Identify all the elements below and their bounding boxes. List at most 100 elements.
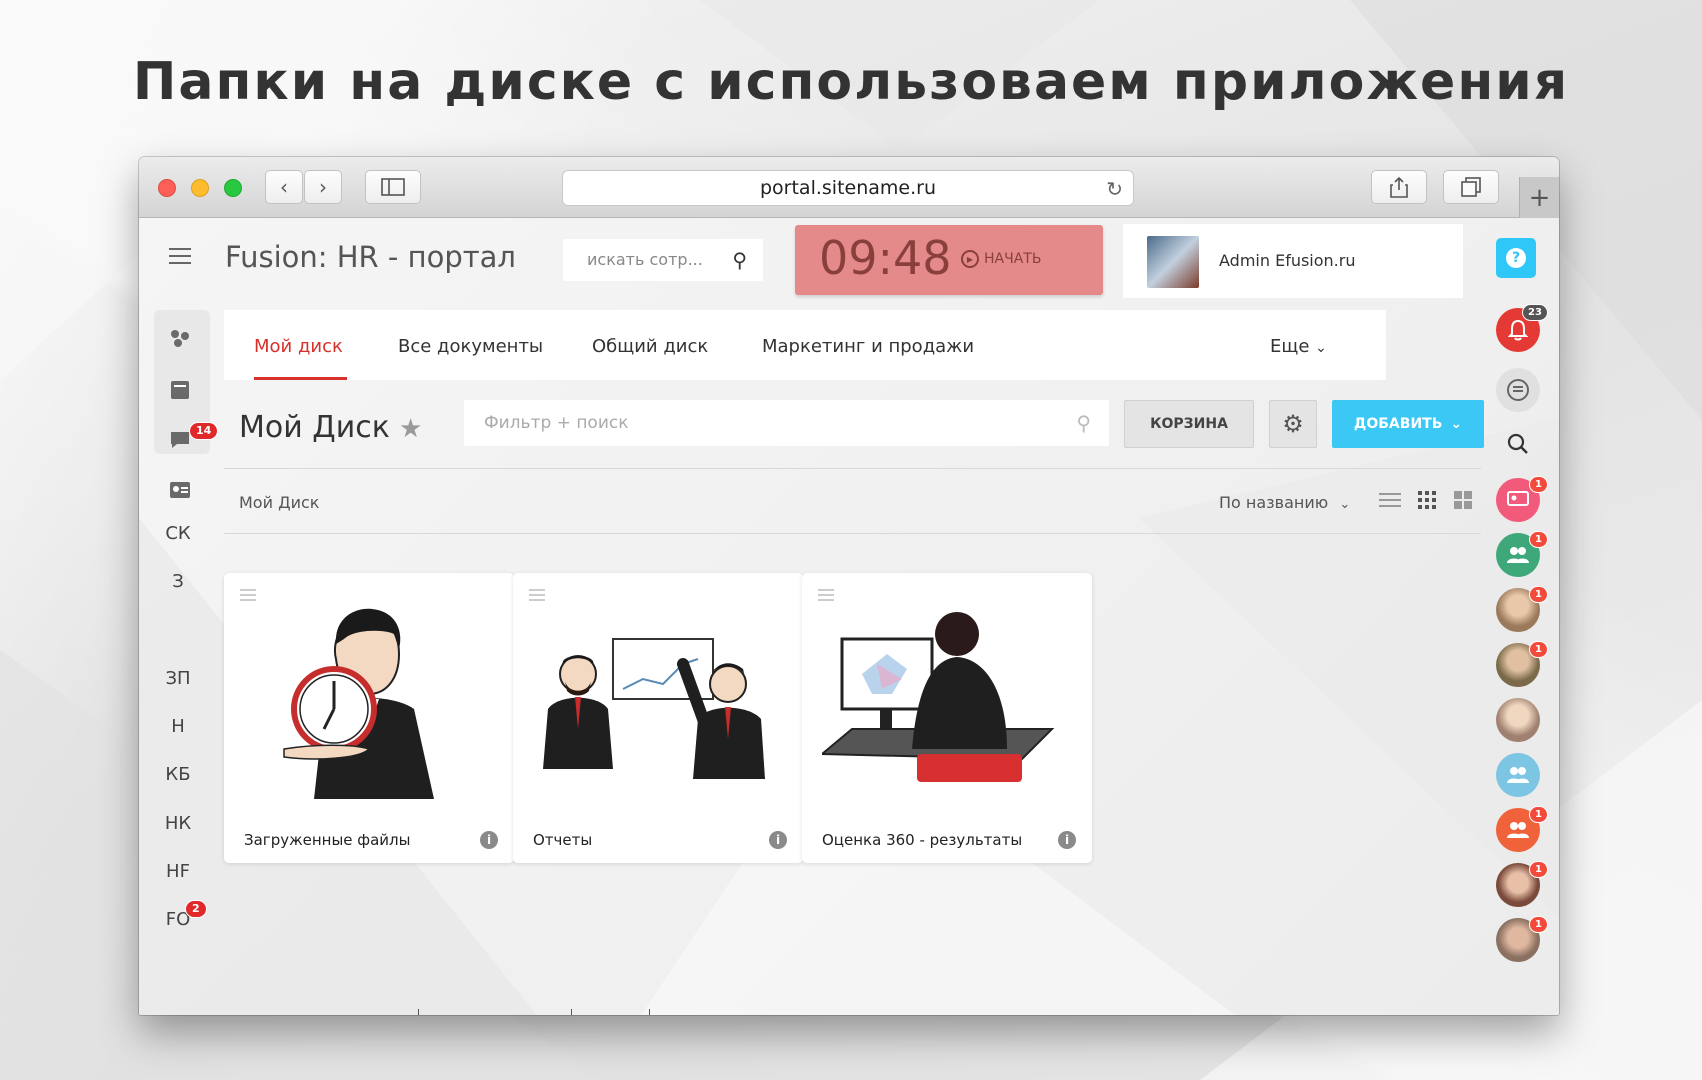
sidebar-toggle-button[interactable] bbox=[365, 170, 421, 204]
contact-badge: 1 bbox=[1529, 586, 1548, 603]
group-icon bbox=[1507, 547, 1529, 563]
reload-icon[interactable]: ↻ bbox=[1106, 177, 1123, 201]
list-view-icon[interactable] bbox=[1379, 490, 1401, 510]
search-icon: ⚲ bbox=[1076, 411, 1091, 435]
sort-label: По названию bbox=[1219, 493, 1329, 512]
chevron-down-icon: ⌄ bbox=[1450, 416, 1463, 432]
share-icon bbox=[1390, 176, 1408, 198]
help-button[interactable]: ? bbox=[1496, 238, 1536, 278]
start-day-button[interactable]: ▶ НАЧАТЬ bbox=[961, 250, 1041, 268]
tasks-icon[interactable] bbox=[169, 380, 191, 400]
tab-all-documents[interactable]: Все документы bbox=[398, 336, 543, 357]
small-grid-view-icon[interactable] bbox=[1417, 490, 1437, 510]
breadcrumb-divider bbox=[224, 533, 1481, 534]
new-tab-button[interactable]: + bbox=[1519, 177, 1559, 218]
plus-icon: + bbox=[1528, 182, 1551, 213]
tab-my-disk[interactable]: Мой диск bbox=[254, 336, 343, 357]
maximize-window-button[interactable] bbox=[224, 179, 242, 197]
sidebar-icon bbox=[381, 178, 405, 196]
search-icon bbox=[1507, 433, 1528, 454]
chat-list-icon bbox=[1507, 379, 1529, 401]
breadcrumb[interactable]: Мой Диск bbox=[239, 493, 319, 512]
folder-label: Оценка 360 - результаты bbox=[822, 831, 1023, 849]
close-window-button[interactable] bbox=[158, 179, 176, 197]
avatar bbox=[1147, 236, 1199, 288]
settings-button[interactable]: ⚙ bbox=[1269, 400, 1317, 448]
left-sidebar: 14 СК З ЗП Н КБ НК HF FO 2 bbox=[139, 300, 219, 1015]
portal-header: Fusion: HR - портал искать сотр... ⚲ 09:… bbox=[139, 218, 1559, 300]
sort-dropdown[interactable]: По названию ⌄ bbox=[1219, 493, 1350, 512]
contact-group-chat[interactable] bbox=[1496, 753, 1540, 797]
sidebar-item-nk[interactable]: НК bbox=[139, 813, 217, 834]
notifications-badge: 23 bbox=[1522, 304, 1548, 321]
info-icon[interactable]: i bbox=[1058, 831, 1076, 849]
forward-button[interactable]: › bbox=[304, 170, 342, 204]
group-icon bbox=[1507, 767, 1529, 783]
portal-content: Fusion: HR - портал искать сотр... ⚲ 09:… bbox=[139, 218, 1559, 1015]
worktime-clock: 09:48 bbox=[819, 231, 952, 285]
tabs-icon bbox=[1461, 177, 1481, 197]
folder-label: Загруженные файлы bbox=[244, 831, 411, 849]
tabs-overview-button[interactable] bbox=[1443, 170, 1499, 204]
disk-tabs: Мой диск Все документы Общий диск Маркет… bbox=[224, 310, 1386, 380]
trash-button[interactable]: КОРЗИНА bbox=[1124, 400, 1254, 448]
headline: Папки на диске с использоваем приложения bbox=[132, 52, 1570, 112]
contact-badge: 1 bbox=[1529, 806, 1548, 823]
employee-search-input[interactable]: искать сотр... ⚲ bbox=[563, 239, 763, 281]
chat-badge: 14 bbox=[189, 422, 219, 440]
view-switcher bbox=[1379, 490, 1473, 510]
employee-search-placeholder: искать сотр... bbox=[587, 250, 703, 269]
contacts-card-icon[interactable] bbox=[169, 480, 191, 500]
sidebar-item-kb[interactable]: КБ bbox=[139, 764, 217, 785]
right-sidebar: 23 1 1 1 1 1 1 1 bbox=[1474, 300, 1559, 1015]
share-button[interactable] bbox=[1371, 170, 1427, 204]
menu-icon[interactable] bbox=[169, 248, 191, 266]
start-day-label: НАЧАТЬ bbox=[984, 251, 1042, 267]
contact-avatar[interactable] bbox=[1496, 698, 1540, 742]
filter-search-input[interactable]: Фильтр + поиск ⚲ bbox=[464, 400, 1109, 446]
back-button[interactable]: ‹ bbox=[265, 170, 303, 204]
tab-shared-disk[interactable]: Общий диск bbox=[592, 336, 708, 357]
chevron-down-icon: ⌄ bbox=[1315, 340, 1327, 356]
messenger-history-button[interactable] bbox=[1496, 368, 1540, 412]
group-icon bbox=[1507, 822, 1529, 838]
page-title: Мой Диск bbox=[239, 410, 390, 445]
user-name: Admin Efusion.ru bbox=[1219, 251, 1356, 270]
search-button[interactable] bbox=[1496, 422, 1540, 466]
add-button[interactable]: ДОБАВИТЬ ⌄ bbox=[1332, 400, 1484, 448]
user-menu[interactable]: Admin Efusion.ru bbox=[1123, 224, 1463, 298]
address-bar[interactable]: portal.sitename.ru ↻ bbox=[562, 170, 1134, 206]
scroll-tick bbox=[649, 1009, 650, 1015]
sidebar-item-z[interactable]: З bbox=[139, 571, 217, 592]
fo-badge: 2 bbox=[185, 900, 207, 918]
tabs-more-button[interactable]: Еще ⌄ bbox=[1270, 336, 1327, 357]
live-feed-icon[interactable] bbox=[169, 328, 191, 348]
info-icon[interactable]: i bbox=[480, 831, 498, 849]
large-grid-view-icon[interactable] bbox=[1453, 490, 1473, 510]
sidebar-item-zp[interactable]: ЗП bbox=[139, 668, 217, 689]
presentation-illustration bbox=[543, 638, 765, 779]
scroll-tick bbox=[571, 1009, 572, 1015]
contact-badge: 1 bbox=[1529, 861, 1548, 878]
contact-badge: 1 bbox=[1529, 641, 1548, 658]
chevron-right-icon: › bbox=[319, 175, 327, 199]
folder-card[interactable]: Отчеты i bbox=[513, 573, 803, 863]
folder-label: Отчеты bbox=[533, 831, 593, 849]
folder-card[interactable]: Загруженные файлы i bbox=[224, 573, 514, 863]
info-icon[interactable]: i bbox=[769, 831, 787, 849]
sidebar-item-sk[interactable]: СК bbox=[139, 523, 217, 544]
search-icon: ⚲ bbox=[732, 248, 747, 272]
worktime-widget[interactable]: 09:48 ▶ НАЧАТЬ bbox=[795, 225, 1103, 295]
browser-titlebar: ‹ › portal.sitename.ru ↻ + bbox=[139, 157, 1559, 218]
chevron-down-icon: ⌄ bbox=[1339, 497, 1351, 512]
tab-marketing-sales[interactable]: Маркетинг и продажи bbox=[762, 336, 974, 357]
folder-card[interactable]: Оценка 360 - результаты i bbox=[802, 573, 1092, 863]
contact-badge: 1 bbox=[1529, 916, 1548, 933]
chat-icon[interactable] bbox=[169, 430, 191, 450]
minimize-window-button[interactable] bbox=[191, 179, 209, 197]
person-clock-illustration bbox=[283, 608, 434, 799]
computer-desk-illustration bbox=[822, 612, 1055, 782]
sidebar-item-n[interactable]: Н bbox=[139, 716, 217, 737]
star-icon[interactable]: ★ bbox=[399, 414, 422, 444]
sidebar-item-hf[interactable]: HF bbox=[139, 861, 217, 882]
